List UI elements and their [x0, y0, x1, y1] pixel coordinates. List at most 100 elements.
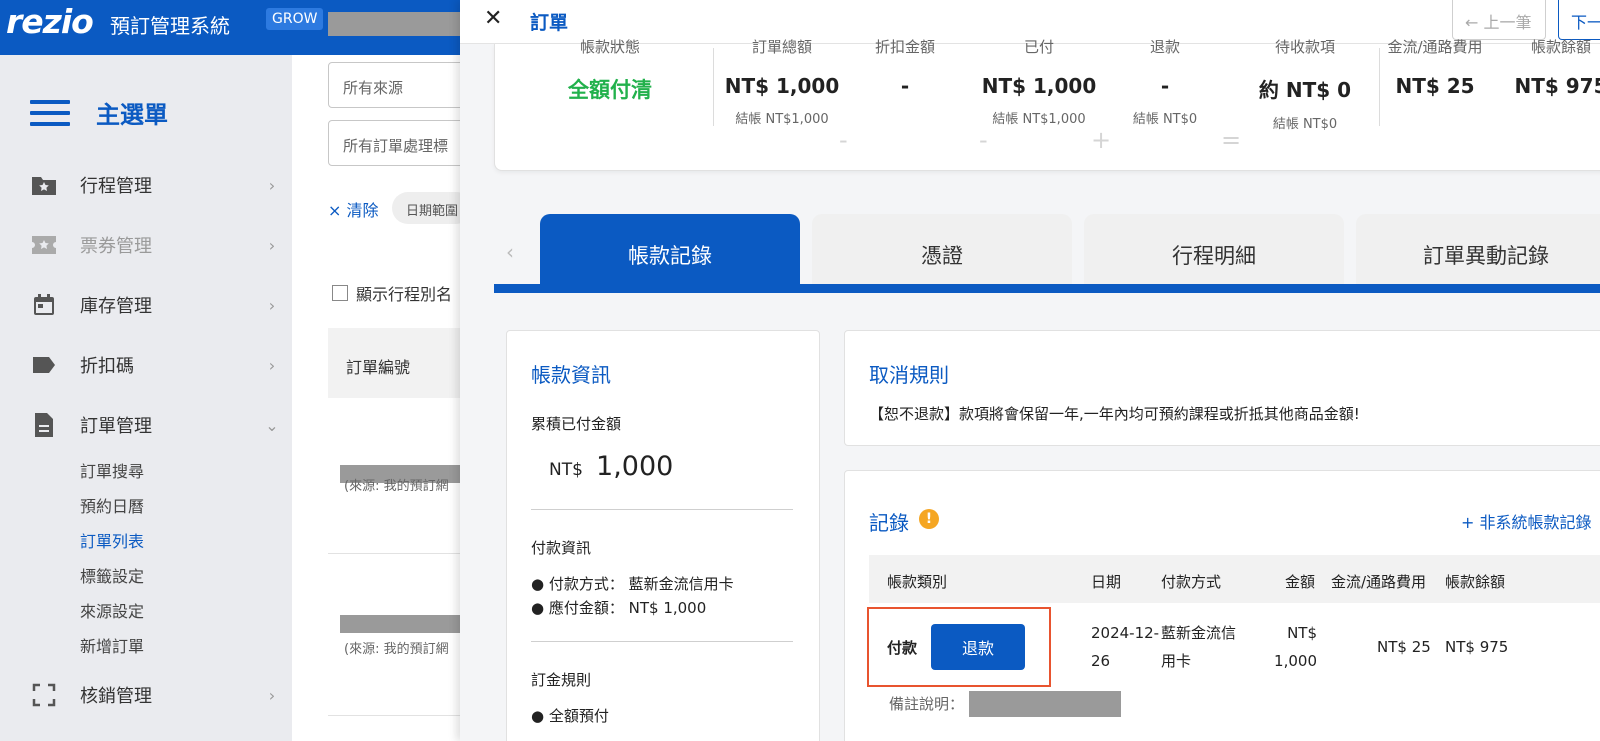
clear-filters-link[interactable]: × 清除 — [328, 197, 379, 221]
sidebar-item-tickets[interactable]: 票券管理 › — [30, 230, 280, 260]
record-method-line: 藍新金流信 — [1161, 624, 1237, 642]
warning-icon[interactable]: ! — [919, 509, 939, 529]
summary-label: 帳款狀態 — [579, 38, 640, 54]
record-date-line: 2024-12- — [1091, 624, 1160, 642]
amount-value: 1,000 — [596, 451, 674, 482]
summary-label: 退款 — [1149, 38, 1180, 54]
prev-order-button[interactable]: ← 上一筆 — [1452, 0, 1546, 40]
chevron-right-icon: › — [268, 355, 276, 375]
record-date-line: 26 — [1091, 652, 1111, 670]
sidebar-subitem-order-list[interactable]: 訂單列表 — [80, 528, 144, 552]
tab-change-log[interactable]: 訂單異動記錄 — [1356, 214, 1600, 284]
tab-itinerary[interactable]: 行程明細 — [1084, 214, 1344, 284]
payment-method: ● 付款方式： 藍新金流信用卡 — [531, 575, 734, 593]
checkbox[interactable] — [332, 285, 348, 301]
order-list-area: 所有來源 所有訂單處理標 × 清除 日期範圍 顯示行程別名 訂單編號 (來源: … — [292, 55, 488, 741]
summary-value: 約 NT$ 0 — [1258, 78, 1352, 102]
currency: NT$ — [549, 460, 583, 480]
summary-subvalue: 結帳 NT$0 — [1132, 112, 1198, 127]
records-title: 記錄 — [869, 511, 909, 535]
record-method-line: 用卡 — [1161, 652, 1192, 670]
summary-status: 帳款狀態 全額付清 — [535, 38, 685, 104]
sidebar-item-label: 折扣碼 — [80, 356, 134, 377]
sidebar: 主選單 行程管理 › 票券管理 › 庫存管理 › 折扣碼 › 訂單管理 ⌄ 訂單… — [0, 55, 292, 741]
sidebar-item-tours[interactable]: 行程管理 › — [30, 170, 280, 200]
row-source-text: (來源: 我的預訂網 — [344, 479, 449, 494]
sidebar-item-label: 核銷管理 — [80, 686, 152, 707]
summary-value: - — [900, 74, 910, 98]
summary-value: NT$ 25 — [1395, 74, 1475, 98]
record-fee: NT$ 25 — [1377, 638, 1431, 656]
summary-subvalue: 結帳 NT$1,000 — [735, 112, 829, 127]
tab-payment-records[interactable]: 帳款記錄 — [540, 214, 800, 284]
refund-button[interactable]: 退款 — [931, 624, 1025, 670]
chevron-right-icon: › — [268, 175, 276, 195]
sidebar-item-inventory[interactable]: 庫存管理 › — [30, 290, 280, 320]
summary-receivable: 待收款項 約 NT$ 0 結帳 NT$0 — [1245, 38, 1365, 132]
sidebar-item-redemption[interactable]: 核銷管理 › — [30, 680, 280, 710]
logo[interactable]: rezio — [6, 2, 94, 41]
main-menu-header[interactable]: 主選單 — [30, 95, 168, 130]
divider — [713, 48, 714, 126]
column-header-order-id[interactable]: 訂單編號 — [328, 328, 468, 398]
add-external-record-link[interactable]: + 非系統帳款記錄 — [1461, 509, 1592, 533]
top-bar: rezio 預訂管理系統 GROW — [0, 0, 460, 55]
cancel-rules-card: 取消規則 【恕不退款】款項將會保留一年,一年內均可預約課程或折抵其他商品金額! — [844, 330, 1600, 446]
sidebar-subitem-tag-settings[interactable]: 標籤設定 — [80, 563, 144, 587]
column-header: 金流/通路費用 — [1331, 573, 1427, 591]
payment-summary-card: 帳款狀態 全額付清 訂單總額 NT$ 1,000 結帳 NT$1,000 - 折… — [494, 38, 1600, 171]
summary-value: NT$ 975 — [1514, 74, 1600, 98]
record-method: 藍新金流信 用卡 — [1161, 619, 1236, 675]
close-icon[interactable]: ✕ — [484, 6, 502, 31]
record-balance: NT$ 975 — [1445, 638, 1509, 656]
sidebar-subitem-order-search[interactable]: 訂單搜尋 — [80, 458, 144, 482]
record-date: 2024-12- 26 — [1091, 619, 1159, 675]
summary-label: 金流/通路費用 — [1387, 38, 1483, 54]
summary-value: NT$ 1,000 — [724, 74, 840, 98]
deposit-rule-label: 訂金規則 — [531, 671, 592, 689]
summary-subvalue: 結帳 NT$0 — [1272, 117, 1338, 132]
paid-total-amount: NT$ 1,000 — [549, 451, 673, 482]
tab-vouchers[interactable]: 憑證 — [812, 214, 1072, 284]
records-table-header: 帳款類別 日期 付款方式 金額 金流/通路費用 帳款餘額 — [869, 555, 1600, 603]
chevron-right-icon: › — [268, 235, 276, 255]
deposit-rule: ● 全額預付 — [531, 707, 609, 725]
hamburger-icon[interactable] — [30, 99, 70, 126]
tab-scroll-left-icon[interactable]: ‹ — [506, 240, 514, 264]
next-order-button[interactable]: 下一 — [1558, 0, 1600, 40]
status-badge: 全額付清 — [568, 78, 652, 102]
record-amount-line: NT$ — [1287, 624, 1317, 642]
summary-subvalue: 結帳 NT$1,000 — [992, 112, 1086, 127]
column-header: 帳款類別 — [887, 573, 948, 591]
row-divider — [328, 715, 468, 716]
sidebar-subitem-booking-calendar[interactable]: 預約日曆 — [80, 493, 144, 517]
calendar-icon — [30, 292, 58, 318]
sidebar-subitem-new-order[interactable]: 新增訂單 — [80, 633, 144, 657]
sidebar-subitem-source-settings[interactable]: 來源設定 — [80, 598, 144, 622]
records-card: 記錄 ! + 非系統帳款記錄 帳款類別 日期 付款方式 金額 金流/通路費用 帳… — [844, 470, 1600, 741]
document-icon — [30, 412, 58, 438]
panel-title: 訂單 — [530, 12, 569, 34]
sidebar-item-orders[interactable]: 訂單管理 ⌄ — [30, 410, 280, 440]
app-root: rezio 預訂管理系統 GROW 主選單 行程管理 › 票券管理 › 庫存管理… — [0, 0, 1600, 741]
amount-due: ● 應付金額： NT$ 1,000 — [531, 599, 707, 617]
plus-operator: + — [1091, 126, 1112, 154]
summary-value: - — [1160, 74, 1170, 98]
column-header: 帳款餘額 — [1445, 573, 1506, 591]
summary-label: 帳款餘額 — [1530, 38, 1591, 54]
sidebar-item-label: 訂單管理 — [80, 416, 152, 437]
sidebar-item-label: 庫存管理 — [80, 296, 152, 317]
plan-badge: GROW — [266, 8, 324, 30]
record-amount: NT$ 1,000 — [1267, 619, 1317, 675]
cancel-rules-text: 【恕不退款】款項將會保留一年,一年內均可預約課程或折抵其他商品金額! — [869, 405, 1360, 423]
show-tour-name-toggle[interactable]: 顯示行程別名 — [332, 281, 452, 305]
sidebar-item-discount-codes[interactable]: 折扣碼 › — [30, 350, 280, 380]
chevron-right-icon: › — [268, 295, 276, 315]
summary-fee: 金流/通路費用 NT$ 25 — [1375, 38, 1495, 98]
order-detail-panel: ✕ 訂單 ← 上一筆 下一 帳款狀態 全額付清 訂單總額 NT$ 1,000 結… — [460, 0, 1600, 741]
divider — [531, 641, 793, 642]
system-title: 預訂管理系統 — [110, 14, 230, 38]
paid-total-label: 累積已付金額 — [531, 415, 622, 433]
redacted-account-name — [328, 12, 460, 36]
ticket-star-icon — [30, 232, 58, 258]
